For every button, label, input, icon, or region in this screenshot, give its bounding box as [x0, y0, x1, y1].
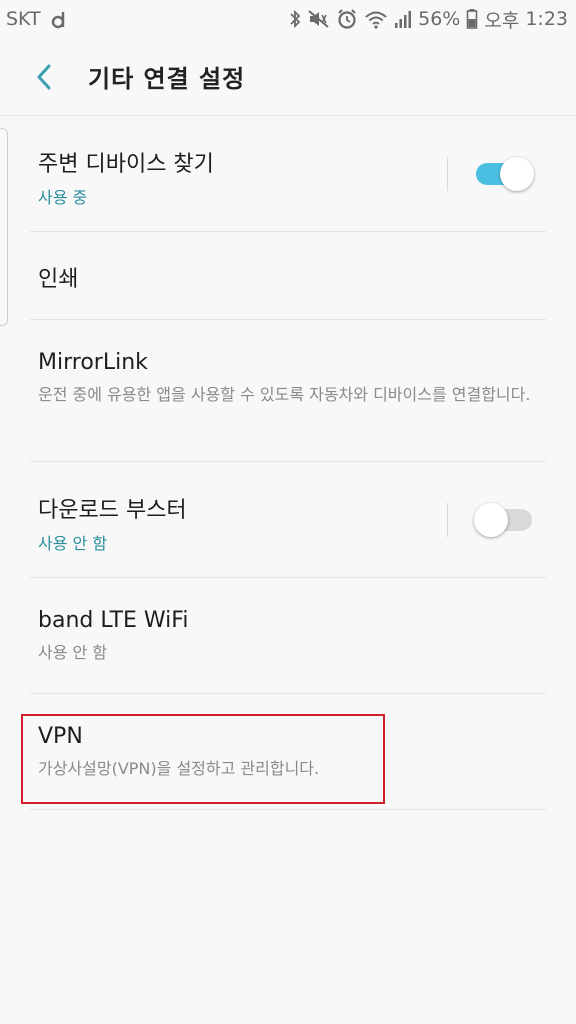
toggle-divider [447, 503, 448, 537]
battery-percent: 56% [418, 8, 461, 30]
list-item-nearby-device-scanning[interactable]: 주변 디바이스 찾기 사용 중 [0, 116, 576, 232]
time-period: 오후 [484, 9, 520, 32]
wifi-icon [364, 9, 388, 29]
back-button[interactable] [14, 47, 74, 107]
item-title: band LTE WiFi [38, 608, 189, 633]
carrier-d-icon [51, 9, 67, 29]
mute-icon [308, 9, 330, 29]
list-item-printing[interactable]: 인쇄 [0, 232, 576, 320]
battery-icon [466, 8, 478, 30]
nearby-devices-toggle[interactable] [474, 157, 534, 191]
divider [30, 809, 546, 810]
back-arrow-icon [37, 64, 51, 89]
item-status: 사용 안 함 [38, 643, 108, 662]
item-description: 운전 중에 유용한 앱을 사용할 수 있도록 자동차와 디바이스를 연결합니다. [38, 385, 531, 404]
toggle-area [447, 157, 534, 191]
status-time: 1:23 [525, 8, 568, 30]
item-title: 인쇄 [38, 267, 79, 292]
bluetooth-icon [288, 9, 302, 29]
app-bar: 기타 연결 설정 [0, 38, 576, 116]
toggle-knob [474, 503, 508, 537]
status-bar: SKT 56% 오후 1:23 [0, 0, 576, 38]
toggle-knob [500, 157, 534, 191]
list-item-mirrorlink[interactable]: MirrorLink 운전 중에 유용한 앱을 사용할 수 있도록 자동차와 디… [0, 320, 576, 462]
signal-icon [394, 9, 412, 29]
status-right: 56% 오후 1:23 [288, 6, 568, 33]
status-left: SKT [6, 8, 67, 30]
list-item-download-booster[interactable]: 다운로드 부스터 사용 안 함 [0, 462, 576, 578]
alarm-icon [336, 8, 358, 30]
toggle-area [447, 503, 534, 537]
page-title: 기타 연결 설정 [88, 65, 246, 93]
list-item-band-lte-wifi[interactable]: band LTE WiFi 사용 안 함 [0, 578, 576, 694]
settings-list: 주변 디바이스 찾기 사용 중 인쇄 MirrorLink 운전 중에 유용한 … [0, 116, 576, 810]
item-title: MirrorLink [38, 350, 148, 375]
highlight-box [21, 714, 385, 804]
toggle-divider [447, 157, 448, 191]
carrier-label: SKT [6, 8, 41, 30]
download-booster-toggle[interactable] [474, 503, 534, 537]
